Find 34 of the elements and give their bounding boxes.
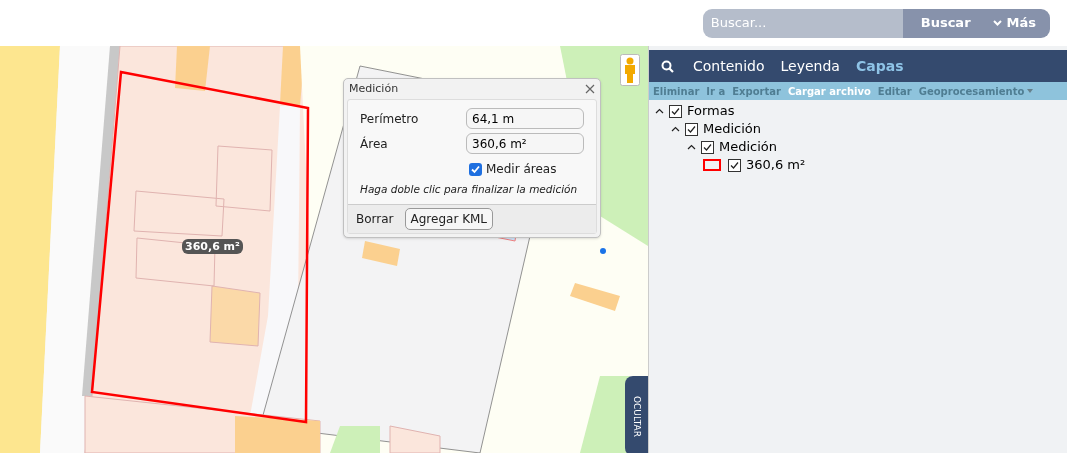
layer-label[interactable]: Medición — [703, 119, 762, 139]
chevron-down-icon — [992, 20, 1002, 26]
checkbox[interactable] — [728, 158, 741, 172]
area-label: 360,6 m² — [182, 239, 243, 254]
dialog-button[interactable]: Agregar KML — [404, 207, 494, 230]
field-label: Área — [360, 135, 388, 153]
checkbox[interactable] — [669, 104, 682, 118]
caret-up-icon[interactable] — [687, 144, 696, 150]
option-label[interactable]: Medir áreas — [486, 160, 557, 178]
map-view[interactable]: 360,6 m² Medición Perímetro 64,1 m Área 360,6 m² Medir áreas Haga doble clic para finalizar la medición Borrar Agregar KML OCULTAR — [0, 46, 648, 453]
panel-tab[interactable]: Contenido — [693, 55, 765, 77]
caret-up-icon[interactable] — [671, 126, 680, 132]
layer-label[interactable]: Formas — [687, 101, 735, 121]
dialog-button[interactable]: Borrar — [351, 207, 399, 230]
caret-down-icon — [1027, 89, 1034, 93]
close-icon[interactable] — [585, 84, 595, 94]
layer-label[interactable]: Medición — [719, 137, 778, 157]
value-field[interactable]: 64,1 m — [466, 108, 584, 129]
checkbox[interactable] — [685, 122, 698, 136]
hint-text: Haga doble clic para finalizar la medición — [360, 182, 579, 197]
value-field[interactable]: 360,6 m² — [466, 133, 584, 154]
search-field[interactable]: Buscar... — [702, 8, 903, 38]
panel-tab[interactable]: Capas — [855, 55, 904, 77]
layer-label[interactable]: 360,6 m² — [746, 155, 806, 175]
panel-tab[interactable]: Leyenda — [780, 55, 840, 77]
check-icon — [730, 160, 739, 170]
check-icon — [471, 164, 480, 174]
checkbox[interactable] — [469, 162, 482, 176]
checkbox[interactable] — [701, 140, 714, 154]
hide-panel-tab[interactable]: OCULTAR — [625, 376, 648, 453]
field-label: Perímetro — [360, 110, 419, 128]
search-icon[interactable] — [661, 59, 674, 73]
dialog-title: Medición — [349, 80, 399, 97]
caret-up-icon[interactable] — [655, 108, 664, 114]
